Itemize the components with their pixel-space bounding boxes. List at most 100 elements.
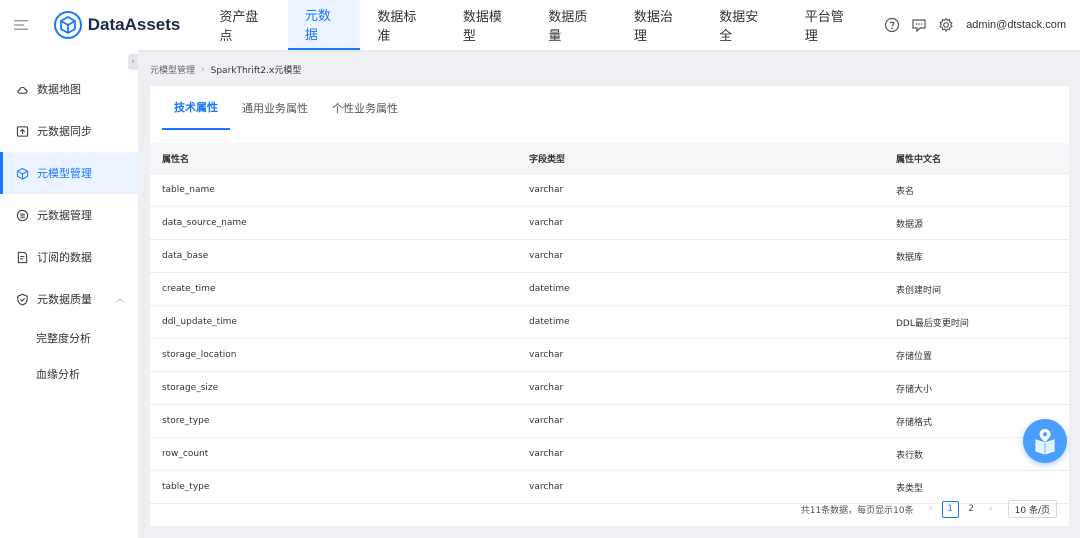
menu-icon[interactable]: [0, 0, 42, 50]
table-body: table_name varchar 表名 data_source_name varch…: [150, 174, 1069, 504]
cell-cn-name: 存储大小: [896, 384, 933, 395]
cell-field-type: varchar: [529, 416, 564, 426]
app-name: DataAssets: [87, 15, 181, 34]
sidebar-item-metadata-manage[interactable]: 元数据管理: [0, 194, 138, 236]
main-nav: 资产盘点 元数据 数据标准 数据模型 数据质量 数据治理 数据安全 平台管理: [202, 0, 873, 50]
sidebar-item-label: 元数据质量: [37, 293, 92, 306]
cell-cn-name: 表创建时间: [896, 285, 942, 296]
table-row: storage_size varchar 存储大小: [150, 372, 1069, 405]
cell-field-type: datetime: [529, 317, 570, 327]
cell-field-type: varchar: [529, 482, 564, 492]
shield-icon: [17, 293, 28, 306]
table-row: store_type varchar 存储格式: [150, 405, 1069, 438]
cell-attribute-name: table_type: [162, 482, 210, 492]
sidebar-subitem-completeness[interactable]: 完整度分析: [0, 320, 138, 356]
app-logo[interactable]: DataAssets: [42, 0, 199, 50]
cell-attribute-name: row_count: [162, 449, 209, 459]
cell-cn-name: 数据源: [896, 219, 924, 230]
header-actions: admin@dtstack.com: [873, 17, 1080, 33]
page-size-select[interactable]: 10 条/页: [1007, 500, 1057, 518]
dataassets-logo-icon: [53, 11, 82, 39]
database-icon: [16, 209, 29, 221]
cell-cn-name: DDL最后变更时间: [896, 318, 969, 329]
prev-page-icon[interactable]: ‹: [924, 504, 938, 514]
settings-icon[interactable]: [938, 17, 954, 33]
sidebar-item-label: 数据地图: [37, 83, 81, 96]
cell-attribute-name: create_time: [162, 284, 216, 294]
page-button-2[interactable]: 2: [963, 501, 980, 518]
page-button-1[interactable]: 1: [941, 500, 959, 518]
message-icon[interactable]: [911, 17, 927, 33]
floating-help-button[interactable]: [1023, 419, 1067, 463]
cell-field-type: varchar: [529, 218, 564, 228]
top-header: DataAssets 资产盘点 元数据 数据标准 数据模型 数据质量 数据治理 …: [0, 0, 1080, 50]
sidebar-item-data-map[interactable]: 数据地图: [0, 68, 138, 110]
tab-technical-attributes[interactable]: 技术属性: [162, 86, 230, 130]
sidebar-item-subscribed-data[interactable]: 订阅的数据: [0, 236, 138, 278]
nav-item-data-model[interactable]: 数据模型: [446, 0, 531, 50]
cell-field-type: varchar: [529, 185, 564, 195]
nav-item-platform-admin[interactable]: 平台管理: [788, 0, 873, 50]
table-row: ddl_update_time datetime DDL最后变更时间: [150, 306, 1069, 339]
document-icon: [17, 251, 28, 263]
column-header-cn-name: 属性中文名: [896, 154, 942, 165]
nav-item-data-standard[interactable]: 数据标准: [360, 0, 445, 50]
sidebar-item-label: 元数据管理: [37, 209, 92, 222]
sidebar-item-metadata-sync[interactable]: 元数据同步: [0, 110, 138, 152]
cell-field-type: varchar: [529, 383, 564, 393]
cell-attribute-name: data_source_name: [162, 218, 247, 228]
help-icon[interactable]: [884, 17, 900, 33]
table-row: data_base varchar 数据库: [150, 240, 1069, 273]
content-card: 技术属性 通用业务属性 个性业务属性 属性名 字段类型 属性中文名 table_…: [150, 86, 1069, 526]
sidebar-collapse-button[interactable]: ‹: [128, 54, 138, 70]
table-row: row_count varchar 表行数: [150, 438, 1069, 471]
table-row: create_time datetime 表创建时间: [150, 273, 1069, 306]
pagination: 共11条数据，每页显示10条 ‹ 1 2 › 10 条/页: [801, 500, 1057, 518]
chevron-left-icon: ‹: [131, 57, 135, 67]
breadcrumb-parent[interactable]: 元模型管理: [150, 63, 195, 76]
nav-item-data-security[interactable]: 数据安全: [702, 0, 787, 50]
sidebar-item-label: 订阅的数据: [37, 251, 92, 264]
cell-cn-name: 表类型: [896, 483, 924, 494]
nav-item-data-quality[interactable]: 数据质量: [531, 0, 616, 50]
cell-attribute-name: ddl_update_time: [162, 317, 237, 327]
chevron-up-icon: ︿: [116, 294, 124, 303]
breadcrumb: 元模型管理 › SparkThrift2.x元模型: [150, 63, 302, 77]
table-header: 属性名 字段类型 属性中文名: [150, 143, 1069, 174]
tab-common-business-attributes[interactable]: 通用业务属性: [230, 86, 320, 130]
sidebar-item-label: 元模型管理: [37, 167, 92, 180]
sidebar-item-meta-model[interactable]: 元模型管理: [0, 152, 138, 194]
sidebar-item-metadata-quality[interactable]: 元数据质量 ︿: [0, 278, 138, 320]
cell-attribute-name: storage_location: [162, 350, 237, 360]
cell-cn-name: 数据库: [896, 252, 924, 263]
sidebar: 数据地图 元数据同步 元模型管理 元数据管理 订阅的数据 元数据质量 ︿ 完整度…: [0, 50, 138, 538]
nav-item-asset-inventory[interactable]: 资产盘点: [202, 0, 287, 50]
nav-item-metadata[interactable]: 元数据: [287, 0, 361, 50]
breadcrumb-current: SparkThrift2.x元模型: [210, 66, 302, 76]
table-row: storage_location varchar 存储位置: [150, 339, 1069, 372]
cube-icon: [16, 167, 29, 180]
cloud-icon: [17, 86, 28, 94]
cell-attribute-name: store_type: [162, 416, 210, 426]
sync-icon: [16, 125, 29, 137]
user-account[interactable]: admin@dtstack.com: [966, 19, 1066, 31]
pagination-total: 共11条数据，每页显示10条: [800, 505, 914, 516]
column-header-type: 字段类型: [529, 154, 566, 165]
nav-item-data-governance[interactable]: 数据治理: [617, 0, 702, 50]
sidebar-subitem-lineage[interactable]: 血缘分析: [0, 356, 138, 392]
attribute-tabs: 技术属性 通用业务属性 个性业务属性: [150, 86, 1069, 130]
map-pin-book-icon: [1035, 429, 1055, 455]
cell-attribute-name: data_base: [162, 251, 209, 261]
column-header-name: 属性名: [162, 154, 190, 165]
cell-field-type: varchar: [529, 251, 564, 261]
tab-custom-business-attributes[interactable]: 个性业务属性: [320, 86, 410, 130]
chevron-right-icon: ›: [201, 64, 205, 75]
cell-attribute-name: table_name: [162, 185, 215, 195]
sidebar-item-label: 元数据同步: [37, 125, 92, 138]
cell-attribute-name: storage_size: [162, 383, 219, 393]
cell-cn-name: 表名: [896, 186, 915, 197]
cell-cn-name: 存储位置: [896, 351, 933, 362]
cell-field-type: varchar: [529, 350, 564, 360]
next-page-icon[interactable]: ›: [984, 504, 998, 514]
table-row: table_name varchar 表名: [150, 174, 1069, 207]
